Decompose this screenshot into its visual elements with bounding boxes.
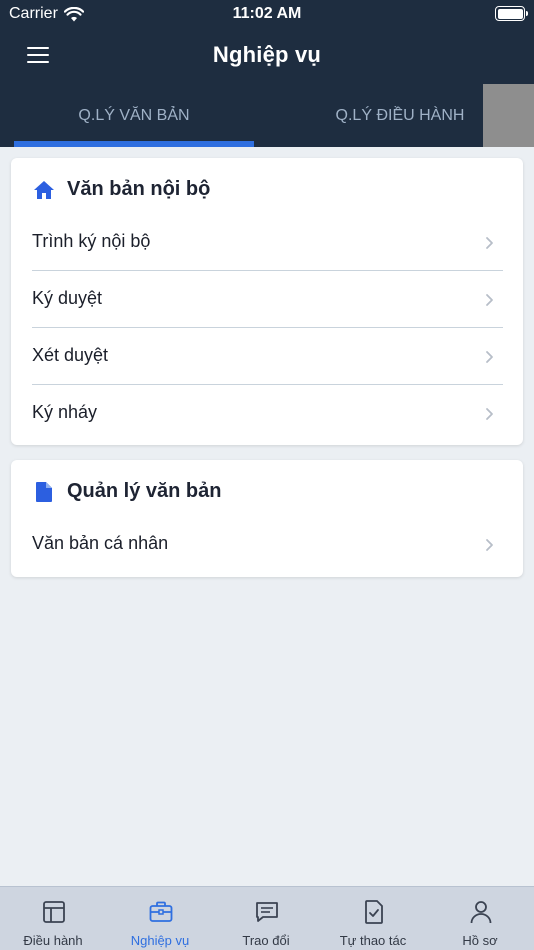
document-icon [36, 482, 52, 502]
app-header: Carrier 11:02 AM Nghiệp vụ Q.LÝ VĂN BẢN … [0, 0, 534, 147]
briefcase-icon [149, 901, 173, 922]
list-item-label: Văn bản cá nhân [32, 533, 169, 553]
chevron-right-icon [486, 237, 493, 249]
checklist-icon [365, 900, 383, 924]
chevron-right-icon [486, 294, 493, 306]
section-card-van-ban-noi-bo: Văn bản nội bộ Trình ký nội bộ Ký duyệt … [11, 158, 523, 445]
bottom-tab-trao-doi[interactable]: Trao đổi [213, 887, 319, 950]
nav-bar: Nghiệp vụ [0, 28, 534, 84]
active-tab-indicator [14, 141, 254, 147]
user-icon [470, 901, 492, 924]
section-title: Văn bản nội bộ [67, 178, 211, 200]
list-item-label: Ký nháy [32, 402, 98, 422]
chevron-right-icon [486, 408, 493, 420]
list-item-label: Trình ký nội bộ [32, 231, 151, 251]
bottom-tab-label: Nghiệp vụ [130, 933, 190, 948]
bottom-tab-label: Điều hành [23, 933, 83, 948]
bottom-tab-bar: Điều hành Nghiệp vụ Trao đổi Tự thao tác… [0, 886, 534, 950]
list-item-trinh-ky-noi-bo[interactable]: Trình ký nội bộ [11, 214, 523, 271]
battery-fill [497, 8, 523, 19]
list-item-xet-duyet[interactable]: Xét duyệt [11, 328, 523, 385]
bottom-tab-tu-thao-tac[interactable]: Tự thao tác [320, 887, 426, 950]
top-tabs: Q.LÝ VĂN BẢN Q.LÝ ĐIỀU HÀNH [0, 84, 534, 147]
layout-icon [43, 901, 65, 923]
battery-icon [495, 6, 528, 21]
bottom-tab-label: Hồ sơ [462, 933, 498, 948]
bottom-tab-dieu-hanh[interactable]: Điều hành [0, 887, 106, 950]
list-item-ky-duyet[interactable]: Ký duyệt [11, 271, 523, 328]
bottom-tab-label: Trao đổi [242, 933, 290, 948]
bottom-tab-ho-so[interactable]: Hồ sơ [427, 887, 533, 950]
list-item-ky-nhay[interactable]: Ký nháy [11, 385, 523, 442]
section-card-quan-ly-van-ban: Quản lý văn bản Văn bản cá nhân [11, 460, 523, 577]
chevron-right-icon [486, 539, 493, 551]
bottom-tab-label: Tự thao tác [339, 933, 407, 948]
list-item-label: Ký duyệt [32, 288, 103, 308]
tab-quan-ly-van-ban[interactable]: Q.LÝ VĂN BẢN [14, 84, 254, 147]
tab-quan-ly-dieu-hanh[interactable]: Q.LÝ ĐIỀU HÀNH [300, 84, 500, 147]
section-header: Văn bản nội bộ [11, 158, 523, 218]
page-title: Nghiệp vụ [212, 42, 322, 67]
section-title: Quản lý văn bản [67, 480, 222, 502]
list-item-van-ban-ca-nhan[interactable]: Văn bản cá nhân [11, 516, 523, 573]
list-item-label: Xét duyệt [32, 345, 109, 365]
home-icon [34, 181, 54, 199]
bottom-tab-nghiep-vu[interactable]: Nghiệp vụ [107, 887, 213, 950]
section-header: Quản lý văn bản [11, 460, 523, 520]
chevron-right-icon [486, 351, 493, 363]
chat-icon [256, 902, 278, 922]
status-bar: Carrier 11:02 AM [0, 0, 534, 28]
tab-overflow-area [483, 84, 534, 147]
status-time: 11:02 AM [232, 5, 302, 22]
